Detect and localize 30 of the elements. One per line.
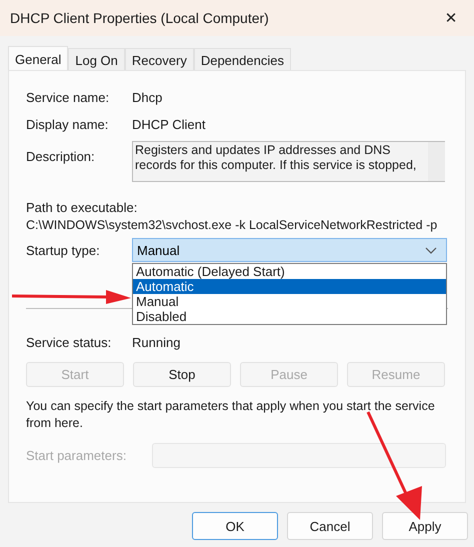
field-value: Dhcp — [132, 90, 162, 105]
tab[interactable]: Log On — [68, 48, 125, 72]
dropdown-option[interactable]: Disabled — [133, 309, 446, 324]
field-label: Service status: — [26, 335, 112, 350]
dropdown-option[interactable]: Automatic (Delayed Start) — [133, 264, 446, 279]
field-label: Service name: — [26, 90, 110, 105]
description-box: Registers and updates IP addresses and DNS records for this computer. If this service is stopped, — [132, 141, 445, 182]
chevron-down-icon — [425, 246, 437, 254]
tab[interactable]: Recovery — [124, 48, 194, 72]
help-text: You can specify the start parameters that apply when you start the service from here. — [26, 398, 436, 432]
field-label: Description: — [26, 149, 96, 164]
service-button[interactable]: Stop — [133, 362, 231, 387]
tab[interactable]: Dependencies — [194, 48, 291, 72]
startup-type-dropdown[interactable]: Manual — [132, 238, 447, 262]
field-label: Startup type: — [26, 242, 101, 258]
field-label: Path to executable: — [26, 200, 138, 215]
field-label: Display name: — [26, 117, 110, 132]
field-value: Running — [132, 335, 180, 350]
tab[interactable]: General — [8, 46, 68, 72]
field-label: Start parameters: — [26, 448, 128, 463]
dropdown-option[interactable]: Automatic — [133, 279, 446, 294]
field-value: C:\WINDOWS\system32\svchost.exe -k LocalServiceNetworkRestricted -p — [26, 218, 438, 232]
field-value: DHCP Client — [132, 117, 206, 132]
dropdown-option[interactable]: Manual — [133, 294, 446, 309]
dialog-button[interactable]: Apply — [382, 512, 468, 540]
close-button[interactable]: ✕ — [428, 0, 474, 36]
dialog-button[interactable]: Cancel — [287, 512, 373, 540]
dialog-button[interactable]: OK — [192, 512, 278, 540]
scrollbar[interactable] — [428, 142, 445, 181]
window-title: DHCP Client Properties (Local Computer) — [10, 10, 269, 26]
